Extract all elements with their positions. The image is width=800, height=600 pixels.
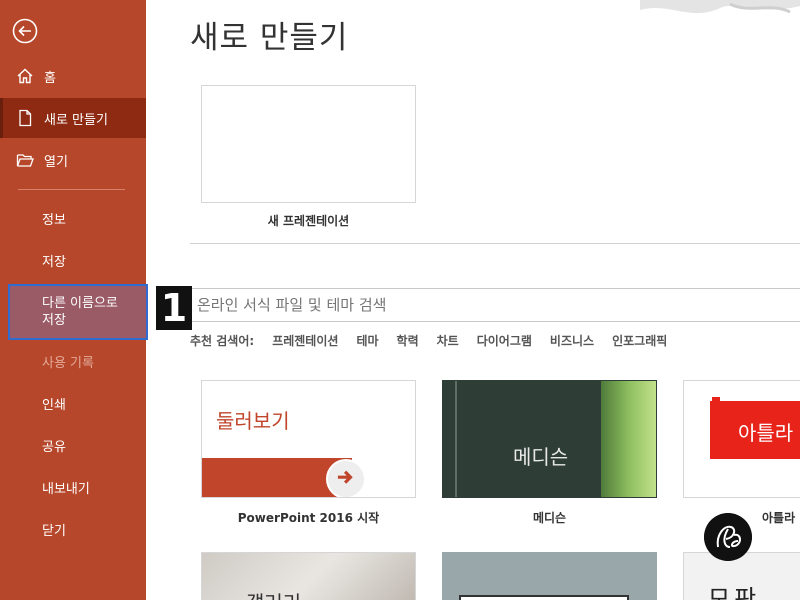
template-thumb-text: 아틀라 <box>738 421 794 445</box>
suggestion-education[interactable]: 학력 <box>397 332 419 349</box>
arrow-circle <box>326 459 366 497</box>
blank-presentation-thumbnail[interactable] <box>201 85 416 203</box>
sidebar-item-label: 내보내기 <box>42 481 90 497</box>
template-thumb-text: 둘러보기 <box>216 409 290 433</box>
template-blue-frame <box>459 595 629 600</box>
sidebar-item-label: 홈 <box>44 70 56 86</box>
sidebar-item-history: 사용 기록 <box>0 341 146 381</box>
sidebar-item-label: 닫기 <box>42 523 66 539</box>
template-medicine-bar <box>455 381 457 497</box>
suggestion-presentation[interactable]: 프레젠테이션 <box>272 332 338 349</box>
sidebar-item-print[interactable]: 인쇄 <box>0 383 146 423</box>
watermark-logo <box>704 513 752 561</box>
template-medicine[interactable]: 메디슨 <box>442 380 657 498</box>
sidebar-item-close[interactable]: 닫기 <box>0 509 146 549</box>
template-tour[interactable]: 둘러보기 <box>201 380 416 498</box>
suggestion-theme[interactable]: 테마 <box>356 332 378 349</box>
sidebar-item-save[interactable]: 저장 <box>0 240 146 280</box>
sidebar-item-new[interactable]: 새로 만들기 <box>0 98 146 138</box>
suggestion-infographic[interactable]: 인포그래픽 <box>612 332 667 349</box>
right-arrow-icon <box>337 470 353 484</box>
template-blue[interactable] <box>442 552 657 600</box>
template-thumb-text: 갤러리 <box>246 587 301 600</box>
suggestion-business[interactable]: 비즈니스 <box>550 332 594 349</box>
header-decoration <box>640 0 800 14</box>
template-label: 메디슨 <box>532 511 567 525</box>
template-search-box[interactable] <box>190 288 800 322</box>
template-label: PowerPoint 2016 시작 <box>237 511 380 525</box>
page-title: 새로 만들기 <box>190 20 349 56</box>
blank-presentation-label: 새 프레젠테이션 <box>267 214 350 228</box>
section-divider <box>190 243 800 244</box>
back-arrow-icon[interactable] <box>12 18 38 44</box>
template-thumb-text: 메디슨 <box>513 445 569 469</box>
sidebar-item-label: 저장 <box>42 254 66 270</box>
template-label: 아틀라 <box>762 511 796 525</box>
template-medicine-green <box>601 381 656 497</box>
sidebar-item-label: 인쇄 <box>42 397 66 413</box>
sidebar-item-save-as[interactable]: 다른 이름으로 저장 <box>8 284 148 340</box>
sidebar-item-share[interactable]: 공유 <box>0 425 146 465</box>
suggestion-diagram[interactable]: 다이어그램 <box>477 332 532 349</box>
sidebar-divider <box>18 189 125 190</box>
sidebar-item-label: 사용 기록 <box>42 355 94 371</box>
sidebar-item-label: 정보 <box>42 212 66 228</box>
suggestion-chart[interactable]: 차트 <box>437 332 459 349</box>
template-atlas[interactable]: 아틀라 <box>683 380 800 498</box>
sidebar-item-label: 공유 <box>42 439 66 455</box>
suggested-searches-label: 추천 검색어: <box>190 334 255 348</box>
template-gallery[interactable]: 갤러리 <box>201 552 416 600</box>
step-callout-badge: 1 <box>156 286 192 330</box>
template-search-input[interactable] <box>197 296 800 314</box>
sidebar-item-label: 다른 이름으로 저장 <box>42 296 118 328</box>
template-wood[interactable]: 모판 <box>683 552 800 600</box>
sidebar-item-label: 새로 만들기 <box>44 112 108 128</box>
home-icon <box>17 68 33 84</box>
suggested-searches: 추천 검색어: 프레젠테이션 테마 학력 차트 다이어그램 비즈니스 인포그래픽 <box>190 332 685 349</box>
sidebar-item-export[interactable]: 내보내기 <box>0 467 146 507</box>
sidebar-item-home[interactable]: 홈 <box>0 56 146 96</box>
sidebar-item-open[interactable]: 열기 <box>0 140 146 180</box>
sidebar-item-info[interactable]: 정보 <box>0 198 146 238</box>
template-atlas-notch <box>712 397 720 405</box>
backstage-sidebar: 홈 새로 만들기 열기 정보 저장 다른 이름으로 저장 사용 기록 인쇄 공유… <box>0 0 148 600</box>
sidebar-item-label: 열기 <box>44 154 68 170</box>
template-thumb-text: 모판 <box>708 585 761 600</box>
open-folder-icon <box>16 154 34 167</box>
new-document-icon <box>19 109 32 127</box>
